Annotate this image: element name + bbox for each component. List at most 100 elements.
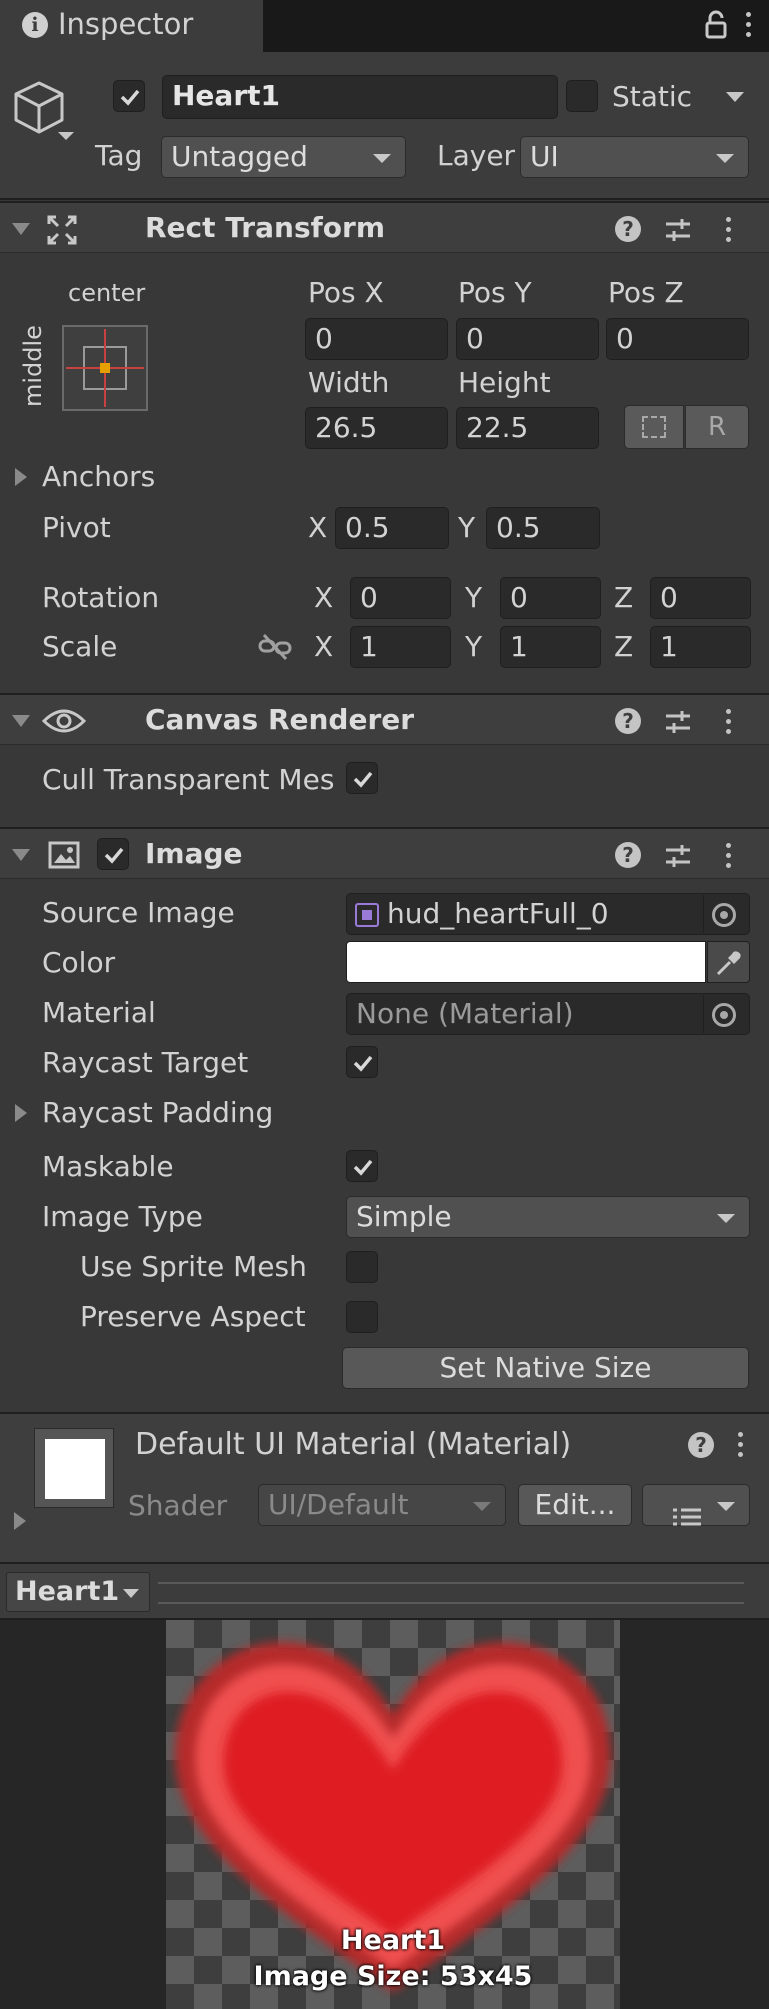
image-component-icon <box>48 841 80 869</box>
rot-z-label: Z <box>614 581 634 614</box>
constrain-proportions-icon[interactable] <box>258 632 292 662</box>
pivot-y-label: Y <box>458 511 476 544</box>
rot-y-field[interactable]: 0 <box>500 577 601 619</box>
tag-dropdown[interactable]: Untagged <box>161 136 406 178</box>
tag-label: Tag <box>95 139 143 172</box>
preserve-aspect-checkbox[interactable] <box>346 1301 378 1333</box>
sprite-icon <box>355 903 379 927</box>
scale-z-field[interactable]: 1 <box>650 626 751 668</box>
source-image-label: Source Image <box>42 896 235 929</box>
preset-sliders-icon[interactable] <box>664 216 692 244</box>
object-name-field[interactable]: Heart1 <box>162 75 558 119</box>
pos-y-label: Pos Y <box>458 276 532 309</box>
layer-dropdown[interactable]: UI <box>520 136 749 178</box>
rect-transform-icon <box>47 215 77 245</box>
raw-edit-button[interactable]: R <box>685 405 749 449</box>
fold-toggle-icon[interactable] <box>12 715 30 727</box>
raycast-target-checkbox[interactable] <box>346 1046 378 1078</box>
rot-x-field[interactable]: 0 <box>350 577 451 619</box>
use-sprite-mesh-checkbox[interactable] <box>346 1251 378 1283</box>
pos-x-field[interactable]: 0 <box>305 318 448 360</box>
pos-z-field[interactable]: 0 <box>606 318 749 360</box>
object-picker-icon[interactable] <box>712 1003 736 1027</box>
preview-caption-name: Heart1 <box>340 1925 446 1956</box>
image-header[interactable]: Image ? <box>0 827 769 879</box>
anchors-label[interactable]: Anchors <box>42 460 155 494</box>
set-native-size-button[interactable]: Set Native Size <box>342 1347 749 1389</box>
anchors-fold-icon[interactable] <box>15 468 27 486</box>
preset-sliders-icon[interactable] <box>664 708 692 736</box>
picker-divider <box>703 995 704 1033</box>
scale-label: Scale <box>42 630 118 663</box>
maskable-checkbox[interactable] <box>346 1150 378 1182</box>
canvas-renderer-header[interactable]: Canvas Renderer ? <box>0 693 769 745</box>
preview-drag-bar[interactable] <box>158 1582 744 1604</box>
shader-list-dropdown[interactable] <box>642 1484 750 1526</box>
raycast-padding-label[interactable]: Raycast Padding <box>42 1096 273 1130</box>
material-preview-thumbnail <box>34 1428 114 1508</box>
source-image-value: hud_heartFull_0 <box>387 897 609 930</box>
scale-x-label: X <box>314 630 334 663</box>
object-picker-icon[interactable] <box>712 903 736 927</box>
shader-edit-button[interactable]: Edit... <box>518 1484 632 1526</box>
image-enabled-checkbox[interactable] <box>97 838 129 870</box>
help-icon[interactable]: ? <box>615 842 641 868</box>
color-swatch[interactable] <box>346 941 706 983</box>
pos-z-label: Pos Z <box>608 276 684 309</box>
component-menu-icon[interactable] <box>726 843 732 869</box>
material-label: Material <box>42 996 156 1029</box>
preview-object-dropdown[interactable]: Heart1 <box>6 1572 150 1612</box>
component-menu-icon[interactable] <box>726 217 732 243</box>
anchor-presets-button[interactable] <box>62 325 148 411</box>
material-menu-icon[interactable] <box>738 1432 744 1458</box>
material-field[interactable]: None (Material) <box>346 993 750 1035</box>
preview-caption-size: Image Size: 53x45 <box>253 1961 533 1992</box>
image-type-dropdown[interactable]: Simple <box>346 1196 750 1238</box>
help-icon[interactable]: ? <box>615 216 641 242</box>
scale-y-field[interactable]: 1 <box>500 626 601 668</box>
shader-dropdown: UI/Default <box>258 1484 506 1526</box>
image-title: Image <box>145 837 243 870</box>
source-image-field[interactable]: hud_heartFull_0 <box>346 893 750 935</box>
fold-toggle-icon[interactable] <box>12 223 30 235</box>
cull-transparent-checkbox[interactable] <box>346 762 378 794</box>
static-checkbox[interactable] <box>566 80 598 112</box>
pos-y-field[interactable]: 0 <box>456 318 599 360</box>
blueprint-mode-button[interactable] <box>624 405 684 449</box>
blueprint-icon <box>642 416 666 438</box>
preview-object-name: Heart1 <box>15 1576 120 1607</box>
scale-x-field[interactable]: 1 <box>350 626 451 668</box>
lock-icon[interactable] <box>704 10 728 40</box>
anchor-pivot-dot <box>100 363 110 373</box>
use-sprite-mesh-label: Use Sprite Mesh <box>80 1250 307 1283</box>
scale-z-label: Z <box>614 630 634 663</box>
gameobject-cube-icon[interactable] <box>12 78 74 148</box>
pivot-y-field[interactable]: 0.5 <box>486 507 600 549</box>
image-type-label: Image Type <box>42 1200 203 1233</box>
rect-transform-header[interactable]: Rect Transform ? <box>0 201 769 253</box>
eyedropper-button[interactable] <box>707 941 750 983</box>
chevron-down-icon <box>716 154 734 163</box>
material-fold-icon[interactable] <box>14 1512 26 1530</box>
inspector-tab[interactable]: i Inspector <box>0 0 264 52</box>
canvas-renderer-title: Canvas Renderer <box>145 703 415 736</box>
height-label: Height <box>458 366 551 399</box>
width-field[interactable]: 26.5 <box>305 407 448 449</box>
chevron-down-icon <box>473 1502 491 1511</box>
preset-sliders-icon[interactable] <box>664 842 692 870</box>
tag-value: Untagged <box>171 140 308 173</box>
rot-z-field[interactable]: 0 <box>650 577 751 619</box>
pivot-x-field[interactable]: 0.5 <box>335 507 449 549</box>
anchor-h-label: center <box>68 279 146 307</box>
help-icon[interactable]: ? <box>688 1432 714 1458</box>
static-dropdown-arrow[interactable] <box>726 92 744 102</box>
help-icon[interactable]: ? <box>615 708 641 734</box>
component-menu-icon[interactable] <box>726 709 732 735</box>
pivot-label: Pivot <box>42 511 111 544</box>
fold-toggle-icon[interactable] <box>12 849 30 861</box>
raycast-padding-fold-icon[interactable] <box>15 1104 27 1122</box>
tab-menu-icon[interactable] <box>746 12 752 38</box>
rot-x-label: X <box>314 581 334 614</box>
active-checkbox[interactable] <box>113 80 145 112</box>
height-field[interactable]: 22.5 <box>456 407 599 449</box>
